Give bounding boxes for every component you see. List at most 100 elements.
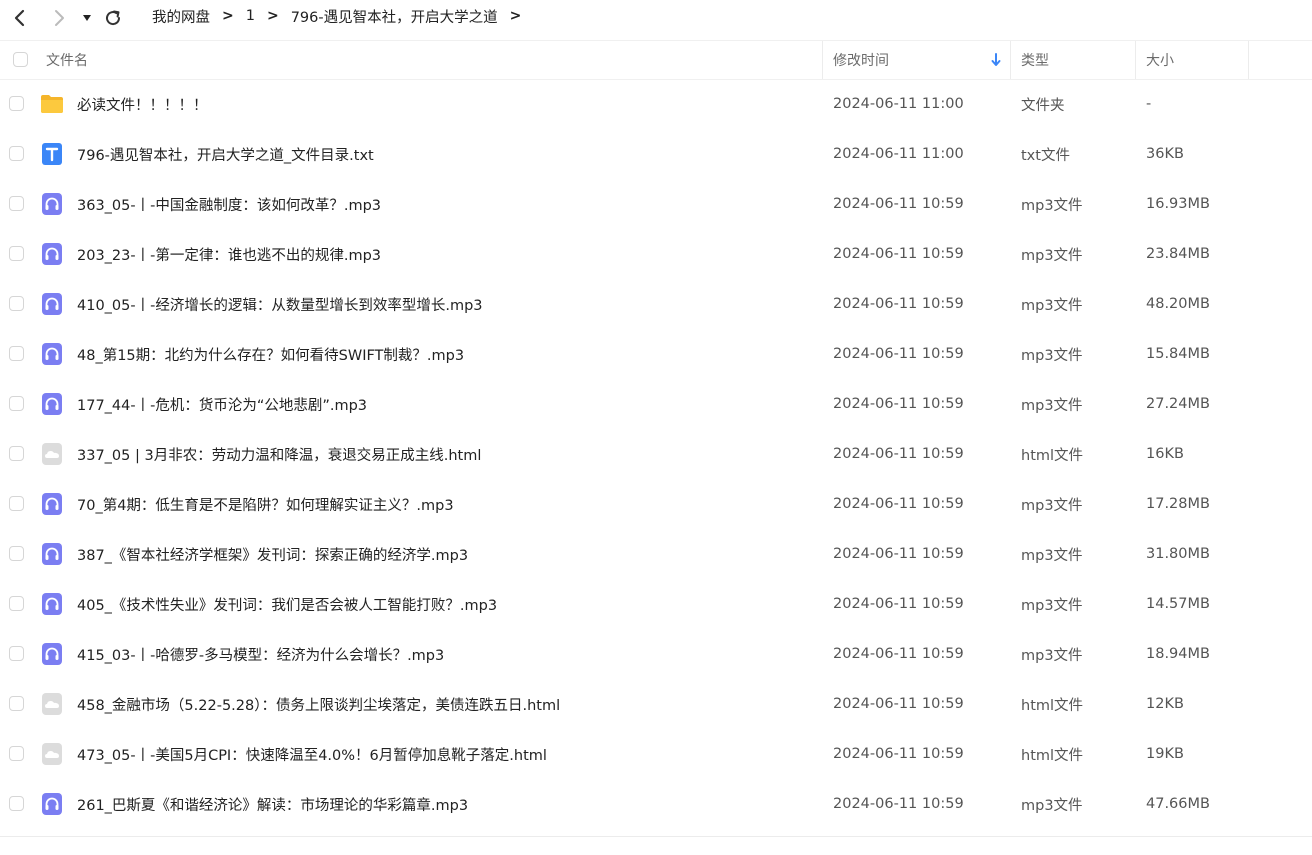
select-all-checkbox[interactable] bbox=[13, 52, 28, 67]
row-checkbox[interactable] bbox=[9, 696, 24, 711]
file-modified-time: 2024-06-11 11:00 bbox=[833, 146, 964, 162]
audio-file-icon bbox=[40, 592, 64, 616]
file-size: 23.84MB bbox=[1146, 246, 1210, 262]
file-size: 16KB bbox=[1146, 446, 1184, 462]
audio-file-icon bbox=[40, 792, 64, 816]
file-name[interactable]: 177_44-丨-危机：货币沦为“公地悲剧”.mp3 bbox=[77, 379, 367, 429]
file-row[interactable]: 必读文件！！！！！ 2024-06-11 11:00 文件夹 - bbox=[0, 79, 1312, 129]
file-type: mp3文件 bbox=[1021, 647, 1083, 664]
file-type: html文件 bbox=[1021, 697, 1084, 714]
file-size: 48.20MB bbox=[1146, 296, 1210, 312]
audio-file-icon bbox=[40, 342, 64, 366]
html-file-icon bbox=[40, 742, 64, 766]
forward-button[interactable] bbox=[47, 6, 71, 30]
file-name[interactable]: 415_03-丨-哈德罗-多马模型：经济为什么会增长？.mp3 bbox=[77, 629, 444, 679]
file-name[interactable]: 796-遇见智本社，开启大学之道_文件目录.txt bbox=[77, 129, 374, 179]
column-header-modified[interactable]: 修改时间 bbox=[833, 41, 889, 79]
file-row[interactable]: 387_《智本社经济学框架》发刊词：探索正确的经济学.mp3 2024-06-11… bbox=[0, 529, 1312, 579]
row-checkbox[interactable] bbox=[9, 246, 24, 261]
row-checkbox[interactable] bbox=[9, 546, 24, 561]
file-row[interactable]: 261_巴斯夏《和谐经济论》解读：市场理论的华彩篇章.mp3 2024-06-11… bbox=[0, 779, 1312, 829]
refresh-icon bbox=[106, 10, 121, 26]
file-size: 27.24MB bbox=[1146, 396, 1210, 412]
file-row[interactable]: 48_第15期：北约为什么存在？如何看待SWIFT制裁？.mp3 2024-06-… bbox=[0, 329, 1312, 379]
breadcrumb-separator-icon: > bbox=[222, 8, 234, 24]
file-modified-time: 2024-06-11 11:00 bbox=[833, 96, 964, 112]
column-header-size[interactable]: 大小 bbox=[1146, 41, 1174, 79]
file-name[interactable]: 261_巴斯夏《和谐经济论》解读：市场理论的华彩篇章.mp3 bbox=[77, 779, 468, 829]
breadcrumb-separator-icon: > bbox=[266, 8, 279, 24]
file-name[interactable]: 必读文件！！！！！ bbox=[77, 79, 208, 129]
file-name[interactable]: 387_《智本社经济学框架》发刊词：探索正确的经济学.mp3 bbox=[77, 529, 468, 579]
row-checkbox[interactable] bbox=[9, 96, 24, 111]
file-modified-time: 2024-06-11 10:59 bbox=[833, 446, 964, 462]
file-size: 15.84MB bbox=[1146, 346, 1210, 362]
refresh-button[interactable] bbox=[101, 6, 125, 30]
column-header-type[interactable]: 类型 bbox=[1021, 41, 1049, 79]
file-modified-time: 2024-06-11 10:59 bbox=[833, 396, 964, 412]
file-name[interactable]: 363_05-丨-中国金融制度：该如何改革？.mp3 bbox=[77, 179, 381, 229]
file-type: mp3文件 bbox=[1021, 547, 1083, 564]
file-modified-time: 2024-06-11 10:59 bbox=[833, 746, 964, 762]
file-row[interactable]: 203_23-丨-第一定律：谁也逃不出的规律.mp3 2024-06-11 10:… bbox=[0, 229, 1312, 279]
file-type: mp3文件 bbox=[1021, 297, 1083, 314]
file-name[interactable]: 48_第15期：北约为什么存在？如何看待SWIFT制裁？.mp3 bbox=[77, 329, 464, 379]
file-row[interactable]: 458_金融市场（5.22-5.28）：债务上限谈判尘埃落定，美债连跌五日.ht… bbox=[0, 679, 1312, 729]
file-row[interactable]: 410_05-丨-经济增长的逻辑：从数量型增长到效率型增长.mp3 2024-06… bbox=[0, 279, 1312, 329]
file-row[interactable]: 473_05-丨-美国5月CPI：快速降温至4.0%！6月暂停加息靴子落定.ht… bbox=[0, 729, 1312, 779]
file-name[interactable]: 458_金融市场（5.22-5.28）：债务上限谈判尘埃落定，美债连跌五日.ht… bbox=[77, 679, 560, 729]
file-name[interactable]: 70_第4期：低生育是不是陷阱？如何理解实证主义？.mp3 bbox=[77, 479, 454, 529]
toolbar: 我的网盘 > 1 > 796-遇见智本社，开启大学之道 > bbox=[0, 0, 1312, 41]
file-modified-time: 2024-06-11 10:59 bbox=[833, 596, 964, 612]
audio-file-icon bbox=[40, 192, 64, 216]
row-checkbox[interactable] bbox=[9, 796, 24, 811]
audio-file-icon bbox=[40, 642, 64, 666]
file-row[interactable]: 70_第4期：低生育是不是陷阱？如何理解实证主义？.mp3 2024-06-11 … bbox=[0, 479, 1312, 529]
column-divider bbox=[1248, 41, 1249, 79]
file-row[interactable]: 363_05-丨-中国金融制度：该如何改革？.mp3 2024-06-11 10:… bbox=[0, 179, 1312, 229]
file-row[interactable]: 796-遇见智本社，开启大学之道_文件目录.txt 2024-06-11 11:0… bbox=[0, 129, 1312, 179]
file-size: 14.57MB bbox=[1146, 596, 1210, 612]
row-checkbox[interactable] bbox=[9, 396, 24, 411]
file-type: txt文件 bbox=[1021, 147, 1070, 164]
file-row[interactable]: 337_05 | 3月非农：劳动力温和降温，衰退交易正成主线.html 2024-… bbox=[0, 429, 1312, 479]
row-checkbox[interactable] bbox=[9, 496, 24, 511]
file-row[interactable]: 177_44-丨-危机：货币沦为“公地悲剧”.mp3 2024-06-11 10:… bbox=[0, 379, 1312, 429]
back-button[interactable] bbox=[8, 6, 32, 30]
file-list-header: 文件名 修改时间 类型 大小 bbox=[0, 41, 1312, 80]
file-modified-time: 2024-06-11 10:59 bbox=[833, 796, 964, 812]
row-checkbox[interactable] bbox=[9, 196, 24, 211]
breadcrumb-item[interactable]: 796-遇见智本社，开启大学之道 bbox=[291, 6, 498, 27]
file-modified-time: 2024-06-11 10:59 bbox=[833, 296, 964, 312]
sort-descending-icon[interactable] bbox=[991, 41, 1001, 79]
breadcrumb-separator-icon: > bbox=[509, 8, 522, 24]
folder-icon bbox=[40, 92, 64, 116]
txt-file-icon bbox=[40, 142, 64, 166]
breadcrumb-item[interactable]: 1 bbox=[246, 8, 255, 24]
file-name[interactable]: 337_05 | 3月非农：劳动力温和降温，衰退交易正成主线.html bbox=[77, 429, 481, 479]
row-checkbox[interactable] bbox=[9, 446, 24, 461]
row-checkbox[interactable] bbox=[9, 296, 24, 311]
file-name[interactable]: 410_05-丨-经济增长的逻辑：从数量型增长到效率型增长.mp3 bbox=[77, 279, 483, 329]
file-modified-time: 2024-06-11 10:59 bbox=[833, 346, 964, 362]
file-size: 12KB bbox=[1146, 696, 1184, 712]
breadcrumb-item[interactable]: 我的网盘 bbox=[152, 6, 210, 27]
file-size: 19KB bbox=[1146, 746, 1184, 762]
column-header-name[interactable]: 文件名 bbox=[46, 41, 88, 79]
file-row[interactable]: 415_03-丨-哈德罗-多马模型：经济为什么会增长？.mp3 2024-06-1… bbox=[0, 629, 1312, 679]
row-checkbox[interactable] bbox=[9, 746, 24, 761]
file-name[interactable]: 473_05-丨-美国5月CPI：快速降温至4.0%！6月暂停加息靴子落定.ht… bbox=[77, 729, 547, 779]
row-checkbox[interactable] bbox=[9, 346, 24, 361]
row-checkbox[interactable] bbox=[9, 646, 24, 661]
file-type: mp3文件 bbox=[1021, 597, 1083, 614]
file-row[interactable]: 405_《技术性失业》发刊词：我们是否会被人工智能打败？.mp3 2024-06-… bbox=[0, 579, 1312, 629]
row-checkbox[interactable] bbox=[9, 596, 24, 611]
file-name[interactable]: 405_《技术性失业》发刊词：我们是否会被人工智能打败？.mp3 bbox=[77, 579, 497, 629]
file-size: 16.93MB bbox=[1146, 196, 1210, 212]
history-dropdown-button[interactable] bbox=[75, 6, 99, 30]
caret-down-icon bbox=[83, 15, 91, 21]
file-type: mp3文件 bbox=[1021, 497, 1083, 514]
row-checkbox[interactable] bbox=[9, 146, 24, 161]
file-modified-time: 2024-06-11 10:59 bbox=[833, 246, 964, 262]
file-name[interactable]: 203_23-丨-第一定律：谁也逃不出的规律.mp3 bbox=[77, 229, 381, 279]
